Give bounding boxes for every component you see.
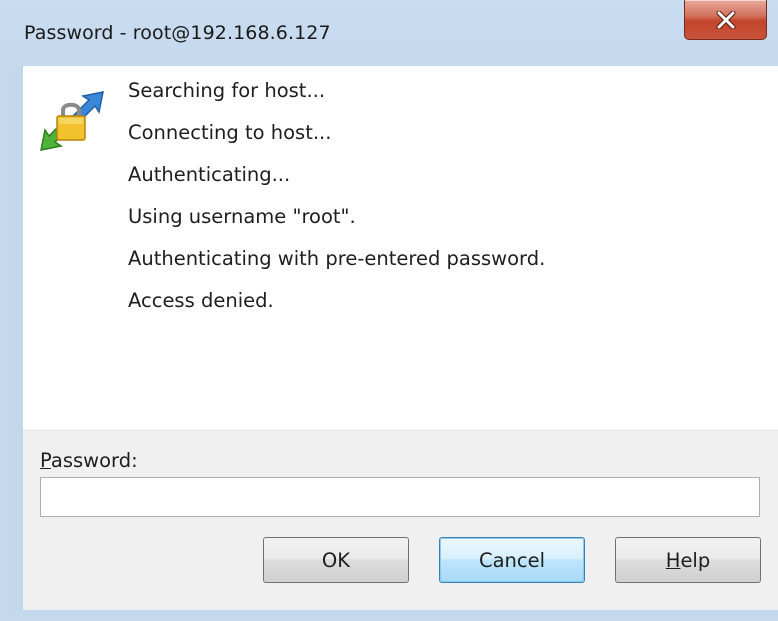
help-button[interactable]: Help: [615, 537, 761, 583]
dialog-window: Password - root@192.168.6.127 Searching …: [0, 0, 778, 621]
help-button-label: Help: [666, 549, 710, 572]
log-line: Authenticating...: [128, 163, 291, 186]
password-input[interactable]: [40, 477, 760, 517]
window-bottom-border: [0, 610, 778, 621]
cancel-button[interactable]: Cancel: [439, 537, 585, 583]
close-icon: [716, 10, 735, 29]
log-line: Searching for host...: [128, 79, 326, 102]
cancel-button-label: Cancel: [478, 548, 546, 572]
log-line: Authenticating with pre-entered password…: [128, 247, 546, 270]
connection-log: Searching for host... Connecting to host…: [23, 66, 778, 429]
close-button[interactable]: [684, 0, 767, 40]
password-label: Password:: [40, 449, 138, 472]
password-form: Password: OK Cancel Help: [23, 429, 778, 610]
ok-button-label: OK: [321, 548, 351, 572]
log-line: Using username "root".: [128, 205, 356, 228]
help-accelerator: H: [665, 548, 681, 572]
help-label-text: elp: [680, 548, 711, 572]
lock-with-arrows-icon: [40, 91, 104, 151]
dialog-client-area: Searching for host... Connecting to host…: [23, 66, 778, 610]
log-line: Connecting to host...: [128, 121, 332, 144]
window-left-border: [0, 66, 23, 610]
window-title: Password - root@192.168.6.127: [24, 22, 331, 44]
log-lines: Searching for host... Connecting to host…: [128, 76, 545, 328]
password-label-text: assword:: [50, 449, 138, 472]
ok-button[interactable]: OK: [263, 537, 409, 583]
password-label-accelerator: P: [40, 449, 51, 472]
log-line: Access denied.: [128, 289, 274, 312]
